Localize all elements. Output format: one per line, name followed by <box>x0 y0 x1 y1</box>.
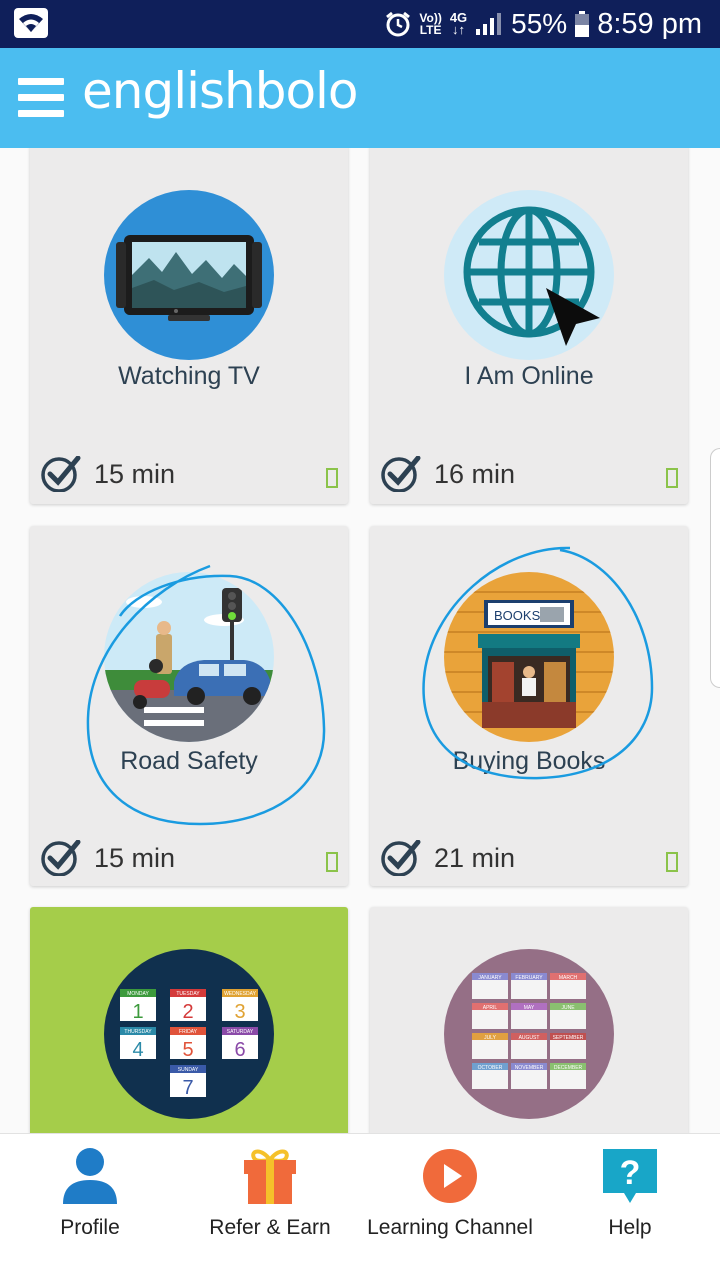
lesson-duration: 15 min <box>40 840 175 876</box>
status-time: 8:59 pm <box>597 7 702 40</box>
bookshop-icon: BOOKS <box>444 572 614 742</box>
nav-learning-channel-label: Learning Channel <box>367 1216 533 1239</box>
day-number: 6 <box>234 1039 245 1061</box>
day-number: 5 <box>182 1039 193 1061</box>
nav-help[interactable]: ? Help <box>540 1134 720 1280</box>
duration-text: 15 min <box>94 458 176 489</box>
signal-strength-icon <box>476 13 502 35</box>
wifi-icon <box>14 8 48 38</box>
nav-help-label: Help <box>608 1216 652 1239</box>
traffic-scene-icon <box>104 572 274 742</box>
missing-glyph-icon <box>326 852 338 872</box>
nav-refer-earn[interactable]: Refer & Earn <box>180 1134 360 1280</box>
lesson-duration: 15 min <box>40 456 175 492</box>
month-label: AUGUST <box>519 1035 540 1041</box>
lesson-card-days-of-week[interactable]: MONDAY 1 TUESDAY 2 WEDNESDAY 3 THURSDAY … <box>30 907 348 1133</box>
month-label: MAY <box>524 1005 535 1011</box>
gift-icon <box>244 1149 296 1204</box>
app-bar: englishbolo <box>0 48 720 148</box>
duration-text: 16 min <box>434 458 516 489</box>
lesson-title: Road Safety <box>120 747 258 775</box>
missing-glyph-icon <box>666 852 678 872</box>
bookshop-sign-text: BOOKS <box>494 608 541 623</box>
volte-indicator: Vo)) LTE <box>419 12 441 36</box>
month-label: MARCH <box>559 975 578 981</box>
tv-icon <box>104 190 274 360</box>
nav-profile[interactable]: Profile <box>0 1134 180 1280</box>
svg-text:?: ? <box>620 1154 641 1192</box>
day-number: 4 <box>132 1039 143 1061</box>
network-type: 4G ↓↑ <box>450 11 467 37</box>
day-label: MONDAY <box>127 991 149 997</box>
globe-cursor-icon <box>444 190 614 360</box>
month-label: SEPTEMBER <box>553 1035 584 1041</box>
month-label: NOVEMBER <box>515 1065 544 1071</box>
data-activity-arrows: ↓↑ <box>451 22 465 37</box>
nav-refer-earn-label: Refer & Earn <box>209 1216 331 1239</box>
battery-percentage: 55% <box>511 8 568 39</box>
nav-profile-label: Profile <box>60 1216 120 1239</box>
lte-label: LTE <box>419 23 442 37</box>
nav-learning-channel[interactable]: Learning Channel <box>360 1134 540 1280</box>
scrollbar-handle[interactable] <box>710 448 720 688</box>
missing-glyph-icon <box>326 468 338 488</box>
lesson-title: Buying Books <box>452 747 606 775</box>
check-circle-icon <box>381 840 421 876</box>
day-number: 7 <box>182 1077 193 1099</box>
day-number: 1 <box>132 1001 143 1023</box>
help-icon: ? <box>603 1149 657 1203</box>
lesson-duration: 16 min <box>380 456 515 492</box>
month-label: OCTOBER <box>478 1065 503 1071</box>
lesson-card-buying-books[interactable]: BOOKS Buying Books 21 min <box>370 526 688 886</box>
month-label: JUNE <box>561 1005 575 1011</box>
lesson-title: I Am Online <box>464 362 594 390</box>
duration-text: 15 min <box>94 842 176 873</box>
lesson-card-months[interactable]: JANUARY FEBRUARY MARCH APRIL MAY JUNE JU… <box>370 907 688 1133</box>
day-label: SATURDAY <box>227 1029 254 1035</box>
status-indicators: Vo)) LTE 4G ↓↑ 55% 8:59 pm <box>385 6 702 42</box>
duration-text: 21 min <box>434 842 516 873</box>
play-icon <box>423 1149 477 1203</box>
days-of-week-icon: MONDAY 1 TUESDAY 2 WEDNESDAY 3 THURSDAY … <box>104 949 274 1119</box>
missing-glyph-icon <box>666 468 678 488</box>
day-label: FRIDAY <box>179 1029 198 1035</box>
day-number: 2 <box>182 1001 193 1023</box>
month-label: FEBRUARY <box>515 975 543 981</box>
profile-icon <box>63 1148 117 1204</box>
day-label: THURSDAY <box>124 1029 152 1035</box>
status-bar: Vo)) LTE 4G ↓↑ 55% 8:59 pm <box>0 0 720 48</box>
app-logo: englishbolo <box>82 62 359 120</box>
bottom-navigation: Profile Refer & Earn Learning Channel ? … <box>0 1133 720 1280</box>
day-label: SUNDAY <box>178 1067 199 1073</box>
lesson-card-road-safety[interactable]: Road Safety 15 min <box>30 526 348 886</box>
day-label: TUESDAY <box>176 991 200 997</box>
check-circle-icon <box>41 840 81 876</box>
check-circle-icon <box>41 456 81 492</box>
alarm-clock-icon <box>386 11 411 37</box>
month-label: APRIL <box>483 1005 498 1011</box>
month-label: JANUARY <box>478 975 502 981</box>
lesson-title: Watching TV <box>118 362 260 390</box>
month-label: JULY <box>484 1035 497 1041</box>
battery-icon <box>575 11 590 37</box>
hamburger-menu-icon[interactable] <box>18 78 66 118</box>
check-circle-icon <box>381 456 421 492</box>
lesson-card-watching-tv[interactable]: Watching TV 15 min <box>30 148 348 504</box>
app-screen: Vo)) LTE 4G ↓↑ 55% 8:59 pm englishbolo W… <box>0 0 720 1280</box>
day-number: 3 <box>234 1001 245 1023</box>
day-label: WEDNESDAY <box>224 991 257 997</box>
lesson-grid[interactable]: Watching TV 15 min I Am Online 16 min Ro… <box>0 148 720 1133</box>
months-calendar-icon: JANUARY FEBRUARY MARCH APRIL MAY JUNE JU… <box>444 949 614 1119</box>
month-label: DECEMBER <box>554 1065 583 1071</box>
lesson-card-i-am-online[interactable]: I Am Online 16 min <box>370 148 688 504</box>
lesson-duration: 21 min <box>380 840 515 876</box>
